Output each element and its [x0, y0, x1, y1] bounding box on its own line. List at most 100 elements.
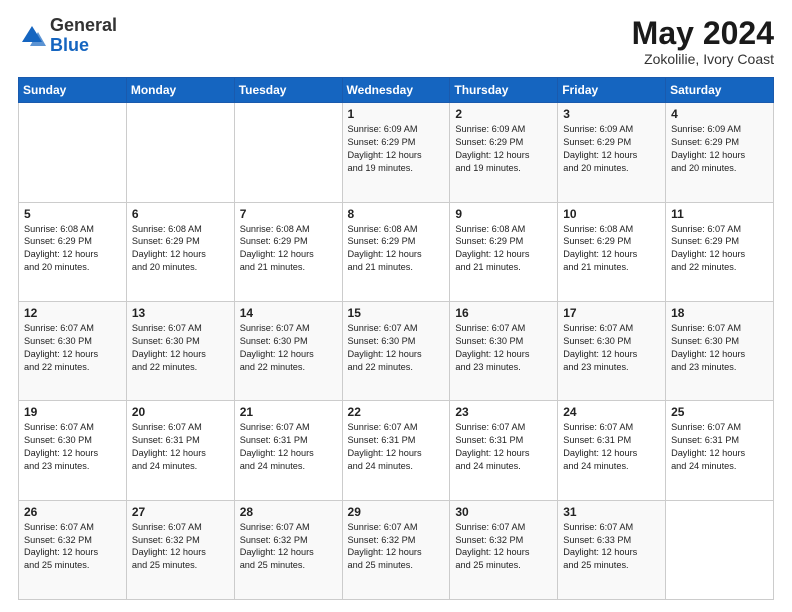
- day-number: 2: [455, 107, 552, 121]
- calendar-cell: 25 Sunrise: 6:07 AM Sunset: 6:31 PM Dayli…: [666, 401, 774, 500]
- calendar-cell: 3Sunrise: 6:09 AM Sunset: 6:29 PM Daylig…: [558, 103, 666, 202]
- logo-text: General Blue: [50, 16, 117, 56]
- calendar-week-5: 26 Sunrise: 6:07 AM Sunset: 6:32 PM Dayli…: [19, 500, 774, 599]
- calendar-cell: 19 Sunrise: 6:07 AM Sunset: 6:30 PM Dayli…: [19, 401, 127, 500]
- day-number: 19: [24, 405, 121, 419]
- calendar-table: SundayMondayTuesdayWednesdayThursdayFrid…: [18, 77, 774, 600]
- calendar-cell: 27Sunrise: 6:07 AM Sunset: 6:32 PM Dayli…: [126, 500, 234, 599]
- calendar-cell: 30 Sunrise: 6:07 AM Sunset: 6:32 PM Dayli…: [450, 500, 558, 599]
- calendar-cell: 20 Sunrise: 6:07 AM Sunset: 6:31 PM Dayli…: [126, 401, 234, 500]
- day-number: 4: [671, 107, 768, 121]
- day-number: 31: [563, 505, 660, 519]
- day-number: 9: [455, 207, 552, 221]
- calendar-cell: 17 Sunrise: 6:07 AM Sunset: 6:30 PM Dayli…: [558, 301, 666, 400]
- day-number: 22: [348, 405, 445, 419]
- day-header-tuesday: Tuesday: [234, 78, 342, 103]
- day-info: Sunrise: 6:08 AM Sunset: 6:29 PM Dayligh…: [24, 223, 121, 275]
- calendar-cell: [666, 500, 774, 599]
- calendar-week-1: 1 Sunrise: 6:09 AM Sunset: 6:29 PM Daylig…: [19, 103, 774, 202]
- day-number: 16: [455, 306, 552, 320]
- day-info: Sunrise: 6:08 AM Sunset: 6:29 PM Dayligh…: [240, 223, 337, 275]
- calendar-cell: 12Sunrise: 6:07 AM Sunset: 6:30 PM Dayli…: [19, 301, 127, 400]
- day-info: Sunrise: 6:07 AM Sunset: 6:31 PM Dayligh…: [348, 421, 445, 473]
- day-header-monday: Monday: [126, 78, 234, 103]
- day-number: 18: [671, 306, 768, 320]
- calendar-week-2: 5 Sunrise: 6:08 AM Sunset: 6:29 PM Daylig…: [19, 202, 774, 301]
- day-info: Sunrise: 6:07 AM Sunset: 6:33 PM Dayligh…: [563, 521, 660, 573]
- day-number: 5: [24, 207, 121, 221]
- day-number: 20: [132, 405, 229, 419]
- calendar-cell: 26 Sunrise: 6:07 AM Sunset: 6:32 PM Dayli…: [19, 500, 127, 599]
- day-info: Sunrise: 6:07 AM Sunset: 6:30 PM Dayligh…: [348, 322, 445, 374]
- day-header-sunday: Sunday: [19, 78, 127, 103]
- day-info: Sunrise: 6:07 AM Sunset: 6:32 PM Dayligh…: [240, 521, 337, 573]
- calendar-cell: 10 Sunrise: 6:08 AM Sunset: 6:29 PM Dayli…: [558, 202, 666, 301]
- logo-blue: Blue: [50, 35, 89, 55]
- day-info: Sunrise: 6:07 AM Sunset: 6:32 PM Dayligh…: [348, 521, 445, 573]
- calendar-cell: [234, 103, 342, 202]
- logo-general: General: [50, 15, 117, 35]
- day-number: 14: [240, 306, 337, 320]
- calendar-cell: 8 Sunrise: 6:08 AM Sunset: 6:29 PM Daylig…: [342, 202, 450, 301]
- day-header-thursday: Thursday: [450, 78, 558, 103]
- day-number: 25: [671, 405, 768, 419]
- day-header-friday: Friday: [558, 78, 666, 103]
- calendar-cell: 24 Sunrise: 6:07 AM Sunset: 6:31 PM Dayli…: [558, 401, 666, 500]
- calendar-cell: 14Sunrise: 6:07 AM Sunset: 6:30 PM Dayli…: [234, 301, 342, 400]
- calendar-cell: 21Sunrise: 6:07 AM Sunset: 6:31 PM Dayli…: [234, 401, 342, 500]
- calendar-cell: 31 Sunrise: 6:07 AM Sunset: 6:33 PM Dayli…: [558, 500, 666, 599]
- day-info: Sunrise: 6:07 AM Sunset: 6:31 PM Dayligh…: [240, 421, 337, 473]
- day-info: Sunrise: 6:07 AM Sunset: 6:30 PM Dayligh…: [24, 421, 121, 473]
- calendar-cell: [19, 103, 127, 202]
- day-number: 7: [240, 207, 337, 221]
- day-info: Sunrise: 6:07 AM Sunset: 6:32 PM Dayligh…: [132, 521, 229, 573]
- calendar-cell: 13 Sunrise: 6:07 AM Sunset: 6:30 PM Dayli…: [126, 301, 234, 400]
- day-info: Sunrise: 6:07 AM Sunset: 6:31 PM Dayligh…: [563, 421, 660, 473]
- calendar-cell: 6Sunrise: 6:08 AM Sunset: 6:29 PM Daylig…: [126, 202, 234, 301]
- calendar-cell: 2 Sunrise: 6:09 AM Sunset: 6:29 PM Daylig…: [450, 103, 558, 202]
- title-block: May 2024 Zokolilie, Ivory Coast: [632, 16, 774, 67]
- day-number: 30: [455, 505, 552, 519]
- day-number: 1: [348, 107, 445, 121]
- day-info: Sunrise: 6:07 AM Sunset: 6:31 PM Dayligh…: [132, 421, 229, 473]
- calendar-week-4: 19 Sunrise: 6:07 AM Sunset: 6:30 PM Dayli…: [19, 401, 774, 500]
- calendar-cell: 11 Sunrise: 6:07 AM Sunset: 6:29 PM Dayli…: [666, 202, 774, 301]
- day-number: 24: [563, 405, 660, 419]
- calendar-cell: 29 Sunrise: 6:07 AM Sunset: 6:32 PM Dayli…: [342, 500, 450, 599]
- calendar-week-3: 12Sunrise: 6:07 AM Sunset: 6:30 PM Dayli…: [19, 301, 774, 400]
- day-number: 11: [671, 207, 768, 221]
- day-number: 17: [563, 306, 660, 320]
- day-info: Sunrise: 6:07 AM Sunset: 6:30 PM Dayligh…: [132, 322, 229, 374]
- day-info: Sunrise: 6:07 AM Sunset: 6:31 PM Dayligh…: [671, 421, 768, 473]
- calendar-cell: 5 Sunrise: 6:08 AM Sunset: 6:29 PM Daylig…: [19, 202, 127, 301]
- day-header-saturday: Saturday: [666, 78, 774, 103]
- day-info: Sunrise: 6:07 AM Sunset: 6:30 PM Dayligh…: [671, 322, 768, 374]
- day-info: Sunrise: 6:07 AM Sunset: 6:30 PM Dayligh…: [24, 322, 121, 374]
- calendar-cell: 9Sunrise: 6:08 AM Sunset: 6:29 PM Daylig…: [450, 202, 558, 301]
- page: General Blue May 2024 Zokolilie, Ivory C…: [0, 0, 792, 612]
- day-number: 23: [455, 405, 552, 419]
- calendar-cell: 22 Sunrise: 6:07 AM Sunset: 6:31 PM Dayli…: [342, 401, 450, 500]
- logo: General Blue: [18, 16, 117, 56]
- day-number: 28: [240, 505, 337, 519]
- calendar-cell: 28 Sunrise: 6:07 AM Sunset: 6:32 PM Dayli…: [234, 500, 342, 599]
- day-number: 26: [24, 505, 121, 519]
- day-info: Sunrise: 6:08 AM Sunset: 6:29 PM Dayligh…: [563, 223, 660, 275]
- day-info: Sunrise: 6:07 AM Sunset: 6:32 PM Dayligh…: [455, 521, 552, 573]
- day-info: Sunrise: 6:07 AM Sunset: 6:30 PM Dayligh…: [563, 322, 660, 374]
- day-number: 10: [563, 207, 660, 221]
- day-number: 13: [132, 306, 229, 320]
- day-info: Sunrise: 6:07 AM Sunset: 6:32 PM Dayligh…: [24, 521, 121, 573]
- calendar-cell: 1 Sunrise: 6:09 AM Sunset: 6:29 PM Daylig…: [342, 103, 450, 202]
- calendar-cell: 16Sunrise: 6:07 AM Sunset: 6:30 PM Dayli…: [450, 301, 558, 400]
- day-info: Sunrise: 6:09 AM Sunset: 6:29 PM Dayligh…: [348, 123, 445, 175]
- day-info: Sunrise: 6:07 AM Sunset: 6:31 PM Dayligh…: [455, 421, 552, 473]
- day-info: Sunrise: 6:07 AM Sunset: 6:29 PM Dayligh…: [671, 223, 768, 275]
- day-info: Sunrise: 6:08 AM Sunset: 6:29 PM Dayligh…: [348, 223, 445, 275]
- calendar-cell: 15 Sunrise: 6:07 AM Sunset: 6:30 PM Dayli…: [342, 301, 450, 400]
- day-number: 8: [348, 207, 445, 221]
- day-number: 29: [348, 505, 445, 519]
- day-info: Sunrise: 6:09 AM Sunset: 6:29 PM Dayligh…: [455, 123, 552, 175]
- day-number: 15: [348, 306, 445, 320]
- calendar-header-row: SundayMondayTuesdayWednesdayThursdayFrid…: [19, 78, 774, 103]
